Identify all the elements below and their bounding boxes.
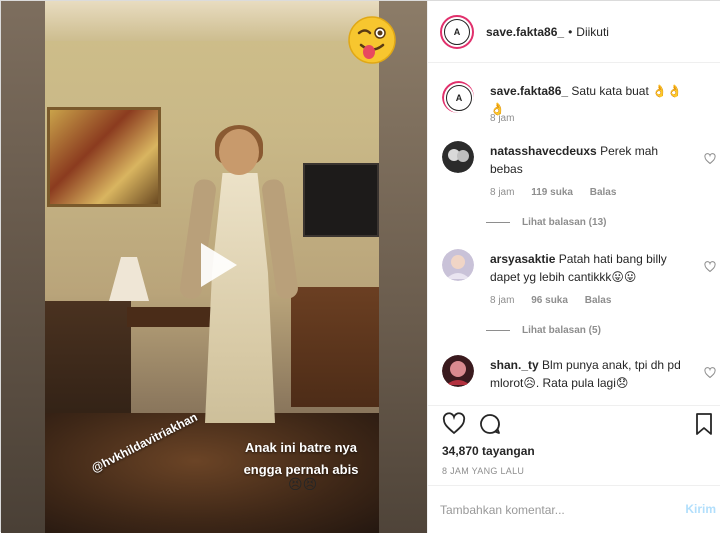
comment-username[interactable]: arsyasaktie xyxy=(490,252,555,266)
comment-username[interactable]: shan._ty xyxy=(490,358,539,372)
heart-icon[interactable] xyxy=(442,412,466,436)
post-comment-button[interactable]: Kirim xyxy=(685,502,716,516)
follow-status[interactable]: Diikuti xyxy=(576,25,609,39)
comment-username[interactable]: save.fakta86_ xyxy=(490,84,568,98)
winking-tongue-emoji-icon xyxy=(348,16,396,64)
blur-border-right xyxy=(379,1,427,533)
comment-icon[interactable] xyxy=(478,412,502,436)
comment-form: Kirim xyxy=(428,485,720,533)
action-bar: 34,870 tayangan 8 JAM YANG LALU xyxy=(428,405,720,485)
avatar[interactable]: A xyxy=(440,14,474,49)
reply-button[interactable]: Balas xyxy=(585,295,612,306)
reply-button[interactable]: Balas xyxy=(590,187,617,198)
video-caption-text: Anak ini batre nya engga pernah abis xyxy=(243,440,359,477)
lamp xyxy=(109,257,149,301)
comment-time: 8 jam xyxy=(490,295,515,306)
comment-username[interactable]: natasshavecdeuxs xyxy=(490,144,597,158)
comment-meta: 8 jam 96 suka Balas xyxy=(490,295,625,306)
user-avatar-icon[interactable] xyxy=(442,141,474,173)
separator-dot: • xyxy=(568,24,573,39)
television xyxy=(303,163,379,237)
post-frame: Anak ini batre nya engga pernah abis 😣😣 … xyxy=(0,0,720,533)
play-icon[interactable] xyxy=(187,237,243,293)
divider xyxy=(486,330,510,331)
caption-emoji: 😣😣 xyxy=(288,476,318,492)
blur-border-left xyxy=(1,1,45,533)
comment-time: 8 jam xyxy=(490,113,515,124)
comment-likes[interactable]: 119 suka xyxy=(531,187,573,198)
header-username[interactable]: save.fakta86_ xyxy=(486,25,564,39)
comment-text: natasshavecdeuxs Perek mah bebas xyxy=(490,144,659,176)
video-post[interactable]: Anak ini batre nya engga pernah abis 😣😣 … xyxy=(1,1,427,533)
view-count[interactable]: 34,870 tayangan xyxy=(442,444,535,458)
bookmark-icon[interactable] xyxy=(692,412,716,436)
comment-meta: 8 jam xyxy=(490,113,528,124)
post-header: A save.fakta86_ • Diikuti xyxy=(428,1,720,63)
comment-list[interactable]: A save.fakta86_ Satu kata buat 👌👌👌 8 jam xyxy=(428,63,720,405)
avatar[interactable]: A xyxy=(442,81,474,113)
comment-text: shan._ty Blm punya anak, tpi dh pd mloro… xyxy=(490,358,681,390)
post-time: 8 JAM YANG LALU xyxy=(442,466,525,476)
comment-time: 8 jam xyxy=(490,187,515,198)
user-avatar-icon[interactable] xyxy=(442,355,474,387)
ceiling xyxy=(45,1,379,41)
like-heart-icon[interactable] xyxy=(704,261,716,273)
divider xyxy=(486,222,510,223)
user-avatar-icon[interactable] xyxy=(442,249,474,281)
comment-meta: 8 jam 119 suka Balas xyxy=(490,187,630,198)
view-replies-button[interactable]: Lihat balasan (5) xyxy=(486,325,601,336)
post-sidebar: A save.fakta86_ • Diikuti A save.fakta86… xyxy=(427,1,720,533)
comment-input[interactable] xyxy=(440,498,660,522)
comment-text: arsyasaktie Patah hati bang billy dapet … xyxy=(490,252,667,284)
cabinet xyxy=(291,287,379,407)
wall-painting xyxy=(47,107,161,207)
like-heart-icon[interactable] xyxy=(704,367,716,379)
comment-likes[interactable]: 96 suka xyxy=(531,295,568,306)
view-replies-button[interactable]: Lihat balasan (13) xyxy=(486,217,606,228)
like-heart-icon[interactable] xyxy=(704,153,716,165)
